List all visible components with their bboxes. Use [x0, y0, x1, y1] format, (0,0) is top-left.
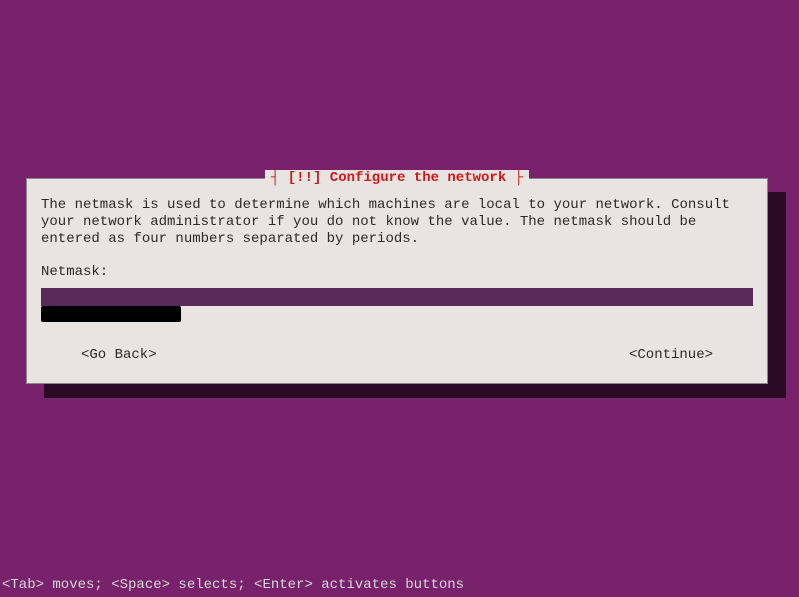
netmask-value-redacted	[41, 306, 181, 322]
dialog-title-text: Configure the network	[330, 170, 506, 186]
netmask-label: Netmask:	[41, 264, 753, 280]
button-row: <Go Back> <Continue>	[41, 347, 753, 363]
go-back-button[interactable]: <Go Back>	[81, 347, 157, 363]
dialog-title: ┤ [!!] Configure the network ├	[265, 170, 529, 186]
configure-network-dialog: ┤ [!!] Configure the network ├ The netma…	[26, 178, 768, 384]
netmask-input[interactable]	[41, 288, 753, 306]
dialog-priority-marker: [!!]	[288, 170, 322, 186]
dialog-title-line-right: ├	[506, 170, 523, 186]
dialog-content: The netmask is used to determine which m…	[27, 179, 767, 324]
footer-help-text: <Tab> moves; <Space> selects; <Enter> ac…	[2, 577, 464, 593]
dialog-description: The netmask is used to determine which m…	[41, 197, 753, 248]
continue-button[interactable]: <Continue>	[629, 347, 713, 363]
dialog-title-line-left: ┤	[271, 170, 288, 186]
